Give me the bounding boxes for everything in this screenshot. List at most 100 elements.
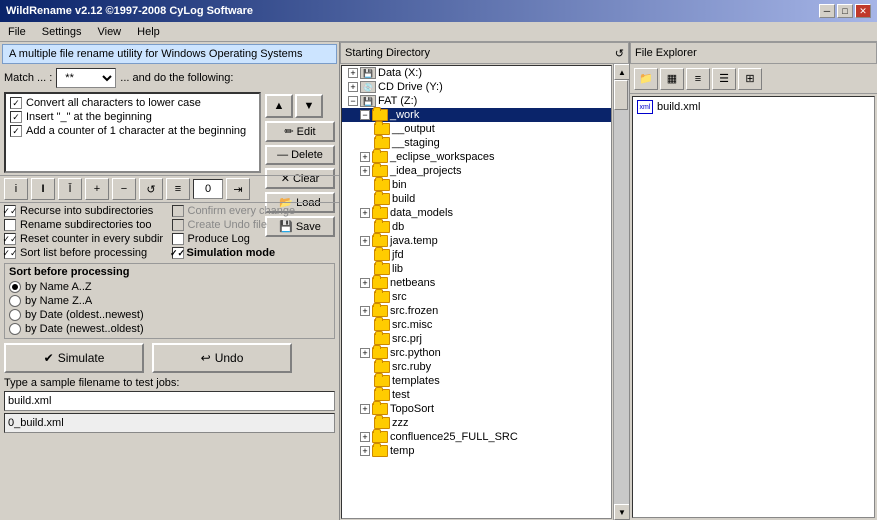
recurse-check[interactable]: ✓ — [4, 205, 16, 217]
expander-cd-y[interactable]: + — [348, 82, 358, 92]
rule-check-2[interactable]: ✓ — [10, 125, 22, 137]
tool-btn-1[interactable]: i — [4, 178, 28, 200]
tree-label-srcprj: src.prj — [392, 333, 422, 345]
tree-item-cd-y[interactable]: + 💿 CD Drive (Y:) — [342, 80, 611, 94]
tree-item-jfd[interactable]: jfd — [342, 248, 611, 262]
info-bar: A multiple file rename utility for Windo… — [2, 44, 337, 64]
tree-item-javatemp[interactable]: + java.temp — [342, 234, 611, 248]
tree-item-zzz[interactable]: zzz — [342, 416, 611, 430]
tree-item-test[interactable]: test — [342, 388, 611, 402]
tree-item-lib[interactable]: lib — [342, 262, 611, 276]
tool-btn-5[interactable]: − — [112, 178, 136, 200]
move-up-button[interactable]: ▲ — [265, 94, 293, 118]
menu-help[interactable]: Help — [133, 25, 164, 39]
tool-btn-2[interactable]: I — [31, 178, 55, 200]
simulate-button[interactable]: ✔ Simulate — [4, 343, 144, 373]
counter-input[interactable] — [193, 179, 223, 199]
detail-view-btn[interactable]: ☰ — [712, 68, 736, 90]
scroll-thumb[interactable] — [614, 80, 628, 110]
expander-srcfrozen[interactable]: + — [360, 306, 370, 316]
menu-settings[interactable]: Settings — [38, 25, 86, 39]
folder-view-btn[interactable]: 📁 — [634, 68, 658, 90]
delete-button[interactable]: — Delete — [265, 145, 335, 165]
sort-radio-3[interactable] — [9, 323, 21, 335]
expander-confluence[interactable]: + — [360, 432, 370, 442]
folder-icon-src — [374, 291, 390, 303]
tool-btn-4[interactable]: + — [85, 178, 109, 200]
undo-file-check[interactable] — [172, 219, 184, 231]
tree-item-temp[interactable]: + temp — [342, 444, 611, 458]
tree-item-srcruby[interactable]: src.ruby — [342, 360, 611, 374]
sample-filename-input[interactable] — [4, 391, 335, 411]
tree-scrollbar: ▲ ▼ — [613, 64, 629, 520]
tool-btn-8[interactable]: ⇥ — [226, 178, 250, 200]
maximize-button[interactable]: □ — [837, 4, 853, 18]
extra-view-btn[interactable]: ⊞ — [738, 68, 762, 90]
icon-view-btn[interactable]: ▦ — [660, 68, 684, 90]
expander-toposort[interactable]: + — [360, 404, 370, 414]
tree-item-data-x[interactable]: + 💾 Data (X:) — [342, 66, 611, 80]
expander-eclipse[interactable]: + — [360, 152, 370, 162]
folder-icon-templates — [374, 375, 390, 387]
menu-view[interactable]: View — [93, 25, 125, 39]
scroll-up-btn[interactable]: ▲ — [614, 64, 629, 80]
simulation-check[interactable]: ✓ — [172, 247, 184, 259]
tree-item-build[interactable]: build — [342, 192, 611, 206]
move-down-button[interactable]: ▼ — [295, 94, 323, 118]
confirm-check[interactable] — [172, 205, 184, 217]
sort-radio-0[interactable] — [9, 281, 21, 293]
rule-check-1[interactable]: ✓ — [10, 111, 22, 123]
expander-srcpython[interactable]: + — [360, 348, 370, 358]
tree-item-srcpython[interactable]: + src.python — [342, 346, 611, 360]
reset-counter-check[interactable]: ✓ — [4, 233, 16, 245]
tree-item-datamodels[interactable]: + data_models — [342, 206, 611, 220]
refresh-icon[interactable]: ↺ — [615, 47, 624, 60]
tree-item-staging[interactable]: __staging — [342, 136, 611, 150]
rule-check-0[interactable]: ✓ — [10, 97, 22, 109]
tree-item-templates[interactable]: templates — [342, 374, 611, 388]
match-row: Match ... : ** ... and do the following: — [0, 66, 339, 90]
tree-item-srcfrozen[interactable]: + src.frozen — [342, 304, 611, 318]
expander-temp[interactable]: + — [360, 446, 370, 456]
sort-list-check[interactable]: ✓ — [4, 247, 16, 259]
expander-data-x[interactable]: + — [348, 68, 358, 78]
tree-item-eclipse[interactable]: + _eclipse_workspaces — [342, 150, 611, 164]
tree-item-confluence[interactable]: + confluence25_FULL_SRC — [342, 430, 611, 444]
menu-file[interactable]: File — [4, 25, 30, 39]
folder-icon-staging — [374, 137, 390, 149]
rename-subdirs-check[interactable] — [4, 219, 16, 231]
tree-item-src[interactable]: src — [342, 290, 611, 304]
tool-btn-7[interactable]: ≡ — [166, 178, 190, 200]
tree-item-work[interactable]: − _work — [342, 108, 611, 122]
expander-fat-z[interactable]: − — [348, 96, 358, 106]
close-button[interactable]: ✕ — [855, 4, 871, 18]
list-view-btn[interactable]: ≡ — [686, 68, 710, 90]
expander-work[interactable]: − — [360, 110, 370, 120]
match-dropdown[interactable]: ** — [56, 68, 116, 88]
minimize-button[interactable]: ─ — [819, 4, 835, 18]
tool-btn-6[interactable]: ↺ — [139, 178, 163, 200]
undo-button[interactable]: ↩ Undo — [152, 343, 292, 373]
expander-javatemp[interactable]: + — [360, 236, 370, 246]
starting-directory-title: Starting Directory — [345, 47, 430, 59]
sort-radio-2[interactable] — [9, 309, 21, 321]
tree-item-srcprj[interactable]: src.prj — [342, 332, 611, 346]
scroll-down-btn[interactable]: ▼ — [614, 504, 629, 520]
tree-item-bin[interactable]: bin — [342, 178, 611, 192]
produce-log-check[interactable] — [172, 233, 184, 245]
expander-datamodels[interactable]: + — [360, 208, 370, 218]
tree-item-idea[interactable]: + _idea_projects — [342, 164, 611, 178]
tree-item-srcmisc[interactable]: src.misc — [342, 318, 611, 332]
expander-netbeans[interactable]: + — [360, 278, 370, 288]
folder-icon-srcpython — [372, 347, 388, 359]
edit-button[interactable]: ✏ Edit — [265, 121, 335, 142]
tool-btn-3[interactable]: Ī — [58, 178, 82, 200]
tree-item-fat-z[interactable]: − 💾 FAT (Z:) — [342, 94, 611, 108]
tree-item-output[interactable]: __output — [342, 122, 611, 136]
tree-item-db[interactable]: db — [342, 220, 611, 234]
expander-idea[interactable]: + — [360, 166, 370, 176]
tree-item-netbeans[interactable]: + netbeans — [342, 276, 611, 290]
sort-radio-1[interactable] — [9, 295, 21, 307]
tree-item-toposort[interactable]: + TopoSort — [342, 402, 611, 416]
file-item-buildxml[interactable]: xml build.xml — [635, 99, 872, 115]
